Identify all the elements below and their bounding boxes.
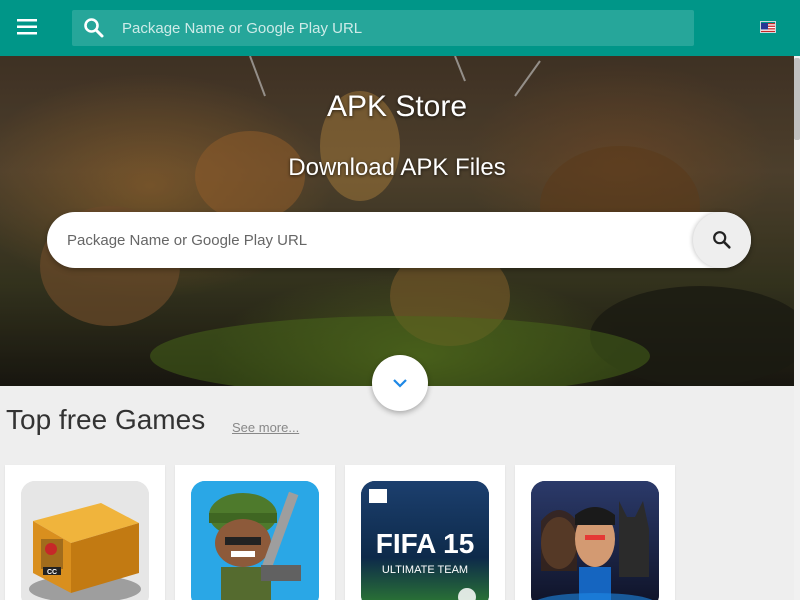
svg-text:CC: CC bbox=[47, 569, 57, 576]
page-scrollbar[interactable] bbox=[794, 56, 800, 600]
game-card[interactable] bbox=[515, 465, 675, 600]
us-flag-icon[interactable] bbox=[760, 21, 776, 33]
top-app-bar bbox=[0, 0, 800, 56]
hero-search-box bbox=[47, 212, 751, 268]
chevron-down-icon bbox=[393, 379, 407, 388]
scroll-down-button[interactable] bbox=[372, 355, 428, 411]
hero-subtitle: Download APK Files bbox=[288, 154, 506, 181]
search-icon[interactable] bbox=[82, 16, 106, 40]
mini-militia-icon bbox=[191, 481, 319, 600]
scrollbar-thumb[interactable] bbox=[794, 58, 800, 140]
search-icon bbox=[713, 231, 731, 249]
menu-icon[interactable] bbox=[10, 11, 46, 43]
fifa-15-icon: FIFA 15 ULTIMATE TEAM bbox=[361, 481, 489, 600]
hero-search-button[interactable] bbox=[693, 212, 751, 268]
hero-title: APK Store bbox=[326, 90, 468, 123]
section-title: Top free Games bbox=[6, 404, 206, 435]
hero-banner: APK Store Download APK Files bbox=[0, 56, 794, 386]
injustice-icon bbox=[531, 481, 659, 600]
svg-text:ULTIMATE TEAM: ULTIMATE TEAM bbox=[382, 564, 468, 576]
hero-search-input[interactable] bbox=[67, 212, 687, 268]
header-search-box bbox=[72, 10, 694, 46]
game-card[interactable]: FIFA 15 ULTIMATE TEAM bbox=[345, 465, 505, 600]
case-clicker-icon: CC bbox=[21, 481, 149, 600]
game-card[interactable]: CC bbox=[5, 465, 165, 600]
header-search-input[interactable] bbox=[122, 10, 682, 46]
see-more-link[interactable]: See more... bbox=[232, 420, 299, 435]
game-card[interactable] bbox=[175, 465, 335, 600]
svg-text:FIFA 15: FIFA 15 bbox=[376, 528, 475, 559]
